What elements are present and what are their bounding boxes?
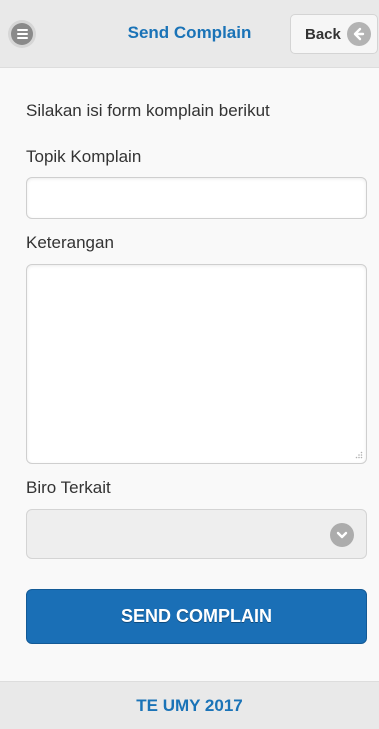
menu-icon <box>11 23 33 45</box>
page: Send Complain Back Silakan isi form komp… <box>0 0 379 729</box>
biro-terkait-label: Biro Terkait <box>26 478 111 497</box>
biro-terkait-select[interactable] <box>26 509 367 559</box>
topik-komplain-label: Topik Komplain <box>26 147 142 166</box>
keterangan-label: Keterangan <box>26 233 114 252</box>
header-bar: Send Complain Back <box>0 0 379 68</box>
back-button[interactable]: Back <box>290 14 378 54</box>
send-complain-button[interactable]: SEND COMPLAIN <box>26 589 367 644</box>
topik-komplain-input[interactable] <box>26 177 367 219</box>
keterangan-textarea[interactable] <box>26 264 367 464</box>
resize-grip-icon[interactable] <box>354 450 363 459</box>
chevron-down-icon <box>330 523 354 547</box>
back-arrow-icon <box>346 22 371 46</box>
back-button-label: Back <box>305 25 341 43</box>
footer-bar: TE UMY 2017 <box>0 681 379 729</box>
form-intro-text: Silakan isi form komplain berikut <box>26 101 270 120</box>
footer-text: TE UMY 2017 <box>136 695 243 715</box>
menu-button[interactable] <box>8 20 36 48</box>
